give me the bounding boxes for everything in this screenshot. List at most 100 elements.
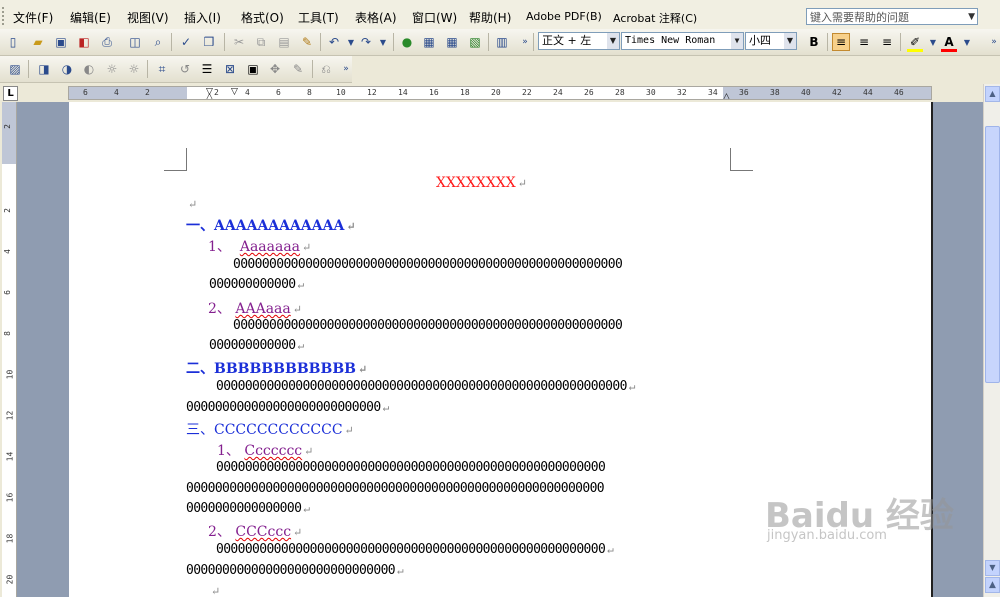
hyperlink-icon[interactable]: ● <box>398 33 416 51</box>
subheading-a2[interactable]: 2、 AAAaaa ↵ <box>208 298 302 318</box>
research-icon[interactable]: ❒ <box>200 33 218 51</box>
ruler-number: 8 <box>307 88 312 97</box>
body-line[interactable]: 0000000000000000000000000000000000000000… <box>216 460 606 475</box>
menu-edit[interactable]: 编辑(E) <box>70 9 111 26</box>
more-brightness-icon[interactable]: ☼ <box>103 60 121 78</box>
scroll-up-icon[interactable]: ▲ <box>985 86 1000 102</box>
heading-3[interactable]: 三、CCCCCCCCCCCC ↵ <box>186 419 354 439</box>
spelling-icon[interactable]: ✓ <box>177 33 195 51</box>
toolbar-options-icon[interactable]: » <box>337 60 355 78</box>
menu-tools[interactable]: 工具(T) <box>298 9 339 26</box>
scroll-down-icon[interactable]: ▼ <box>985 560 1000 576</box>
menu-window[interactable]: 窗口(W) <box>412 9 457 26</box>
font-combo[interactable]: Times New Roman ▼ <box>621 32 744 50</box>
menu-table[interactable]: 表格(A) <box>355 9 397 26</box>
print-icon[interactable]: ⎙ <box>98 33 116 51</box>
body-line[interactable]: 000000000000 ↵ <box>209 277 304 292</box>
redo-icon[interactable]: ↷ <box>357 33 375 51</box>
document-title[interactable]: XXXXXXXX ↵ <box>436 175 527 191</box>
line-style-icon[interactable]: ☰ <box>198 60 216 78</box>
insert-picture-icon[interactable]: ▨ <box>6 60 24 78</box>
permission-icon[interactable]: ◧ <box>75 33 93 51</box>
subheading-a1[interactable]: 1、 Aaaaaaa ↵ <box>208 236 311 256</box>
more-contrast-icon[interactable]: ◑ <box>58 60 76 78</box>
right-indent-marker[interactable]: △ <box>723 92 730 99</box>
paragraph-mark: ↵ <box>188 198 198 211</box>
chevron-down-icon[interactable]: ▼ <box>374 33 392 51</box>
columns-icon[interactable]: ▥ <box>493 33 511 51</box>
print-preview-icon[interactable]: ◫ <box>126 33 144 51</box>
menu-insert[interactable]: 插入(I) <box>184 9 221 26</box>
heading-2[interactable]: 二、BBBBBBBBBBBB ↵ <box>186 358 367 378</box>
font-size-combo[interactable]: 小四 ▼ <box>745 32 797 50</box>
tables-borders-icon[interactable]: ▦ <box>420 33 438 51</box>
chevron-down-icon[interactable]: ▼ <box>968 9 975 26</box>
magnifier-icon[interactable]: ⌕ <box>149 33 167 51</box>
body-line[interactable]: 0000000000000000000000000000000000000000… <box>216 379 635 394</box>
copy-icon[interactable]: ⧉ <box>252 33 270 51</box>
tab-selector[interactable]: L <box>3 86 18 101</box>
rotate-icon[interactable]: ↺ <box>176 60 194 78</box>
empty-paragraph[interactable]: ↵ <box>186 196 197 212</box>
format-picture-icon[interactable]: ✥ <box>266 60 284 78</box>
excel-icon[interactable]: ▧ <box>466 33 484 51</box>
insert-table-icon[interactable]: ▦ <box>443 33 461 51</box>
image-control-icon[interactable]: ◨ <box>35 60 53 78</box>
body-line[interactable]: 000000000000000000000000000 ↵ <box>186 400 389 415</box>
menu-view[interactable]: 视图(V) <box>127 9 169 26</box>
body-line[interactable]: 000000000000 ↵ <box>209 338 304 353</box>
save-icon[interactable]: ▣ <box>52 33 70 51</box>
menu-file[interactable]: 文件(F) <box>13 9 53 26</box>
previous-page-icon[interactable]: ▲ <box>985 577 1000 593</box>
horizontal-ruler[interactable]: 6 4 2 2 4 6 8 10 12 14 16 18 20 22 24 26… <box>68 86 932 100</box>
vertical-ruler[interactable]: 2 2 4 6 8 10 12 14 16 18 20 <box>2 102 17 597</box>
chevron-down-icon[interactable]: ▼ <box>958 33 976 51</box>
compress-picture-icon[interactable]: ⊠ <box>221 60 239 78</box>
hanging-indent-marker[interactable]: △ <box>206 92 213 99</box>
toolbar-separator <box>171 33 172 51</box>
body-line[interactable]: 0000000000000000 ↵ <box>186 501 310 516</box>
first-line-indent-marker[interactable]: ▽ <box>231 87 238 97</box>
body-line[interactable]: 00000000000000000000000000000 ↵ <box>186 563 404 578</box>
align-left-icon[interactable]: ≡ <box>832 33 850 51</box>
menu-help[interactable]: 帮助(H) <box>469 9 511 26</box>
less-contrast-icon[interactable]: ◐ <box>80 60 98 78</box>
menu-acrobat-comments[interactable]: Acrobat 注释(C) <box>613 10 697 26</box>
chevron-down-icon[interactable]: ▼ <box>731 33 743 49</box>
open-folder-icon[interactable]: ▰ <box>29 33 47 51</box>
chevron-down-icon[interactable]: ▼ <box>784 33 796 49</box>
chevron-down-icon[interactable]: ▼ <box>607 33 619 49</box>
ruler-number: 8 <box>2 331 12 336</box>
cut-icon[interactable]: ✂ <box>230 33 248 51</box>
toolbar-options-icon[interactable]: » <box>516 33 534 51</box>
body-line[interactable]: 0000000000000000000000000000000000000000… <box>233 318 623 333</box>
align-center-icon[interactable]: ≡ <box>855 33 873 51</box>
bold-button[interactable]: B <box>805 33 823 51</box>
body-line[interactable]: 0000000000000000000000000000000000000000… <box>186 481 605 496</box>
style-combo[interactable]: 正文 + 左 ▼ <box>538 32 620 50</box>
body-line[interactable]: 0000000000000000000000000000000000000000… <box>233 257 623 272</box>
undo-icon[interactable]: ↶ <box>325 33 343 51</box>
less-brightness-icon[interactable]: ☼ <box>125 60 143 78</box>
empty-paragraph[interactable]: ↵ <box>209 583 220 597</box>
paragraph-mark: ↵ <box>302 241 312 254</box>
format-painter-icon[interactable]: ✎ <box>298 33 316 51</box>
menubar-grip[interactable] <box>2 7 7 25</box>
align-right-icon[interactable]: ≡ <box>878 33 896 51</box>
vertical-scrollbar[interactable]: ▲ ▼ ▲ <box>983 84 1000 597</box>
new-document-icon[interactable]: ▯ <box>4 33 22 51</box>
subheading-c1[interactable]: 1、 Ccccccc ↵ <box>217 440 313 460</box>
reset-picture-icon[interactable]: ⎌ <box>317 60 335 78</box>
heading-1[interactable]: 一、AAAAAAAAAAAA ↵ <box>186 215 356 235</box>
toolbar-options-icon[interactable]: » <box>985 33 1000 51</box>
text-wrapping-icon[interactable]: ▣ <box>244 60 262 78</box>
paste-icon[interactable]: ▤ <box>275 33 293 51</box>
body-line[interactable]: 0000000000000000000000000000000000000000… <box>216 542 614 557</box>
crop-icon[interactable]: ⌗ <box>153 60 171 78</box>
scroll-thumb[interactable] <box>985 126 1000 383</box>
menu-adobe-pdf[interactable]: Adobe PDF(B) <box>526 10 602 23</box>
menu-format[interactable]: 格式(O) <box>241 9 284 26</box>
set-transparent-color-icon[interactable]: ✎ <box>289 60 307 78</box>
subheading-c2[interactable]: 2、 CCCccc ↵ <box>208 521 302 541</box>
help-search-input[interactable]: 键入需要帮助的问题 ▼ <box>806 8 978 25</box>
